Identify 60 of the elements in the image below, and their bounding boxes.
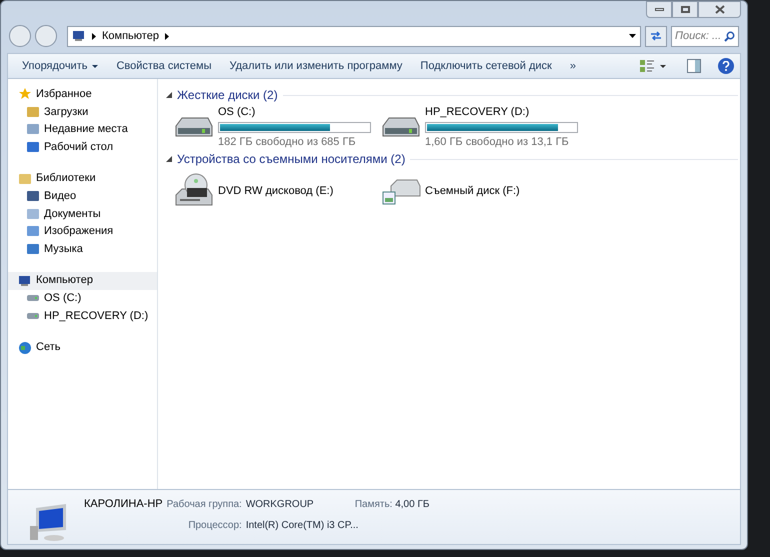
- group-header[interactable]: Жесткие диски (2): [177, 86, 278, 104]
- field-label-value: Память: 4,00 ГБ: [354, 498, 430, 512]
- drive-tile[interactable]: Съемный диск (F:): [381, 171, 588, 211]
- refresh-button[interactable]: [645, 26, 667, 46]
- field-label: Рабочая группа:: [166, 498, 242, 512]
- nav-item[interactable]: Загрузки: [8, 103, 157, 120]
- pane-icon: [687, 59, 701, 73]
- nav-item[interactable]: Рабочий стол: [8, 138, 157, 156]
- folder-icon: [26, 106, 40, 118]
- breadcrumb[interactable]: Компьютер: [102, 28, 159, 44]
- field-value: Intel(R) Core(TM) i3 CP...: [246, 519, 360, 533]
- view-list-icon: [640, 60, 654, 72]
- drive-tile[interactable]: DVD RW дисковод (E:): [174, 171, 381, 211]
- globe-icon: [18, 340, 32, 354]
- nav-item[interactable]: Недавние места: [8, 120, 157, 138]
- toolbar-button[interactable]: Подключить сетевой диск: [412, 55, 560, 77]
- close-icon: [714, 5, 724, 14]
- close-button[interactable]: [698, 1, 741, 18]
- nav-item[interactable]: Изображения: [8, 222, 157, 240]
- dropdown-icon: [629, 34, 636, 38]
- nav-item[interactable]: Сеть: [8, 338, 157, 356]
- search-icon: [724, 30, 735, 42]
- group-header[interactable]: Устройства со съемными носителями (2): [177, 150, 406, 168]
- refresh-icon: [650, 31, 662, 41]
- folder-icon: [18, 172, 32, 184]
- minimize-button[interactable]: [646, 1, 672, 18]
- toolbar-button[interactable]: Упорядочить: [14, 55, 106, 77]
- address-bar[interactable]: Компьютер: [67, 26, 641, 46]
- field-label: Процессор:: [187, 519, 242, 533]
- folder-icon: [26, 123, 40, 136]
- chevron-icon: [92, 32, 96, 40]
- caret-icon: [660, 64, 666, 68]
- nav-item[interactable]: HP_RECOVERY (D:): [8, 307, 157, 324]
- nav-item[interactable]: OS (C:): [8, 290, 157, 307]
- toolbar-button[interactable]: »: [562, 55, 584, 77]
- nav-item[interactable]: Избранное: [8, 85, 157, 103]
- computer-icon: [72, 30, 86, 42]
- nav-item[interactable]: Видео: [8, 188, 157, 205]
- toolbar-button[interactable]: Свойства системы: [108, 55, 220, 77]
- nav-item[interactable]: Компьютер: [8, 272, 157, 290]
- search-field[interactable]: Поиск: ...: [671, 26, 739, 46]
- nav-item[interactable]: Музыка: [8, 240, 157, 258]
- drive-tile[interactable]: OS (C:) 182 ГБ свободно из 685 ГБ: [174, 107, 381, 147]
- drive-icon: [26, 310, 40, 321]
- preview-pane-button[interactable]: [686, 58, 702, 74]
- collapse-icon[interactable]: [166, 92, 172, 98]
- field-value: WORKGROUP: [246, 498, 315, 512]
- nav-item[interactable]: Документы: [8, 205, 157, 222]
- maximize-button[interactable]: [672, 1, 698, 18]
- help-button[interactable]: [718, 58, 734, 74]
- star-icon: [18, 87, 32, 101]
- computer-icon: [18, 274, 32, 286]
- chevron-icon: [164, 32, 169, 40]
- toolbar-button[interactable]: Удалить или изменить программу: [221, 55, 410, 77]
- drive-tile[interactable]: HP_RECOVERY (D:) 1,60 ГБ свободно из 13,1 ГБ: [381, 107, 588, 147]
- computer-name: КАРОЛИНА-HP: [84, 497, 163, 512]
- drive-icon: [26, 293, 40, 304]
- help-icon: [722, 61, 730, 71]
- collapse-icon[interactable]: [166, 156, 172, 162]
- nav-item[interactable]: Библиотеки: [8, 170, 157, 188]
